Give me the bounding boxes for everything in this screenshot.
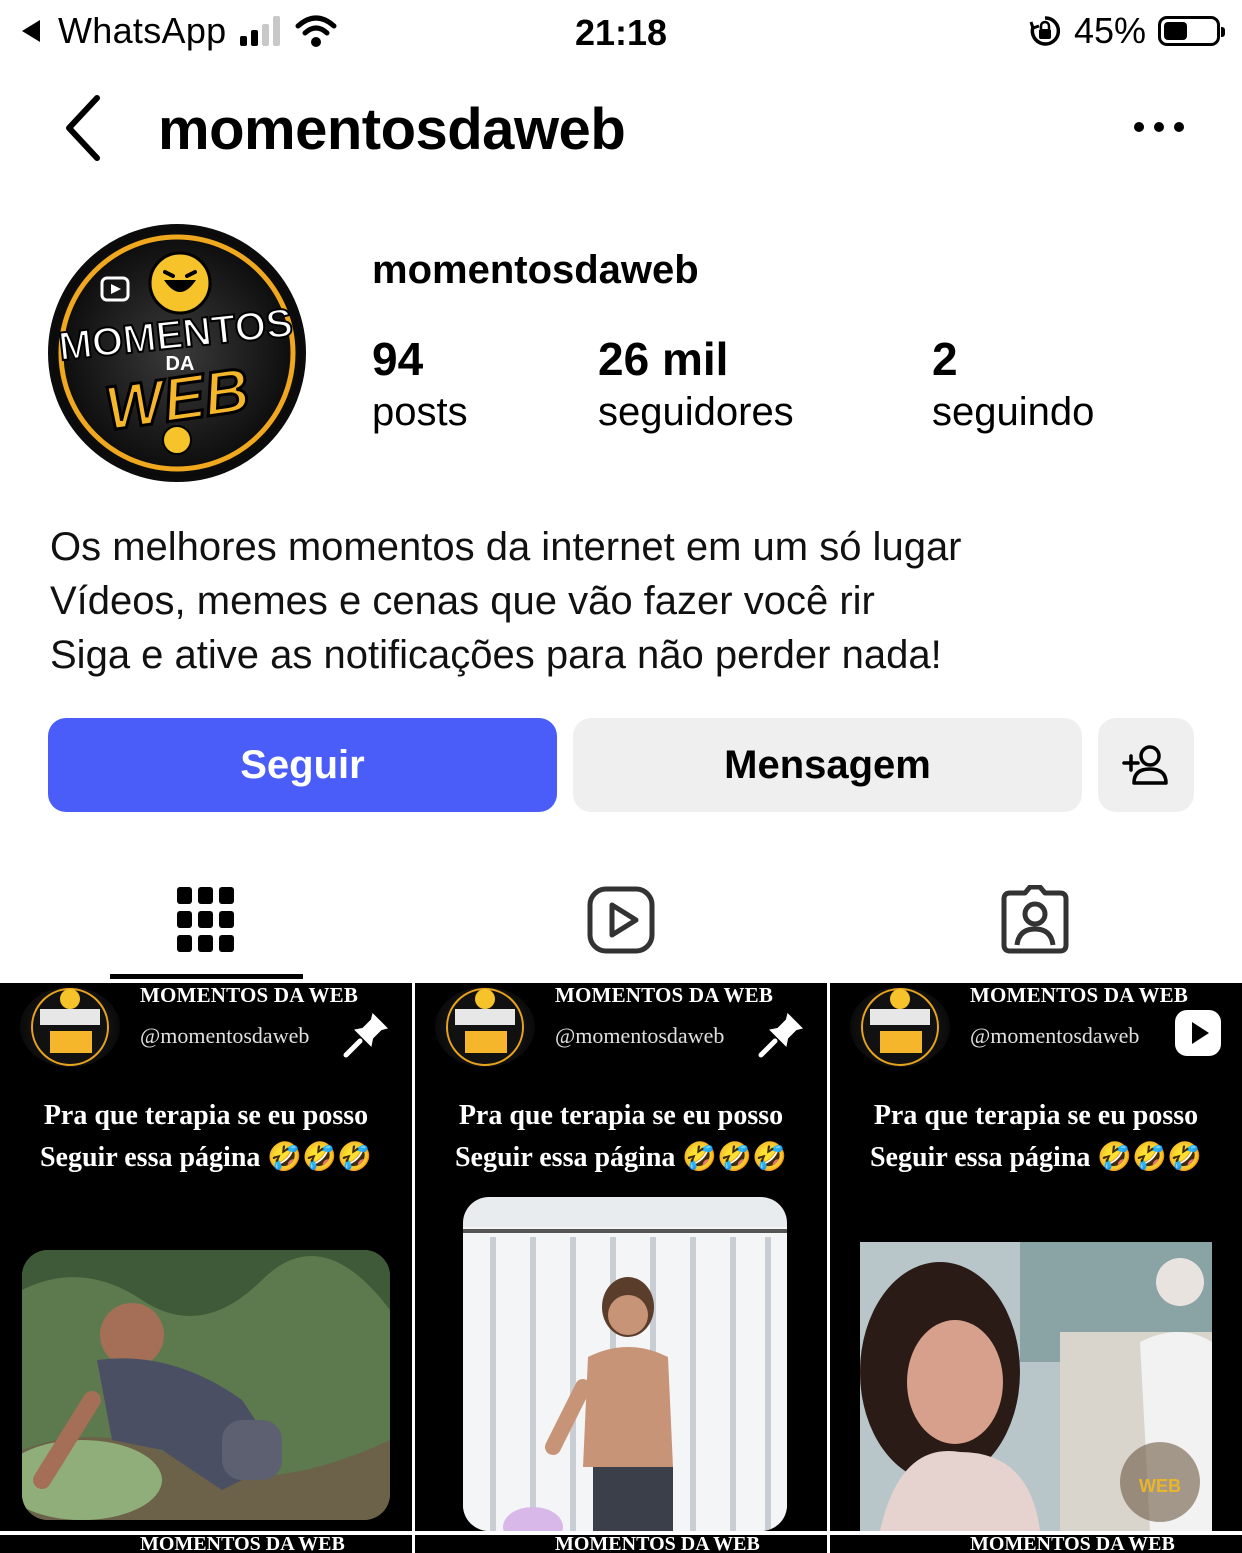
post-brand: MOMENTOS DA WEB [555, 983, 774, 1007]
message-button[interactable]: Mensagem [573, 718, 1082, 812]
profile-bio: Os melhores momentos da internet em um s… [50, 520, 962, 682]
post-video-frame: WEB [860, 1242, 1212, 1531]
active-tab-indicator [110, 974, 303, 979]
post-caption: Pra que terapia se eu posso Seguir essa … [454, 1100, 787, 1173]
stat-following[interactable]: 2 seguindo [932, 332, 1094, 435]
suggest-accounts-button[interactable] [1098, 718, 1194, 812]
post-thumbnail-next[interactable]: MOMENTOS DA WEB [830, 1535, 1242, 1553]
post-thumbnail-next[interactable]: MOMENTOS DA WEB [0, 1535, 412, 1553]
avatar[interactable]: MOMENTOS DA WEB [48, 224, 306, 482]
bio-line: Siga e ative as notificações para não pe… [50, 633, 942, 677]
grid-icon [177, 887, 234, 952]
pin-icon [343, 1010, 391, 1058]
post-logo [20, 987, 120, 1067]
battery-percent: 45% [1073, 10, 1146, 51]
post-brand: MOMENTOS DA WEB [140, 983, 359, 1007]
post-video-frame [22, 1250, 390, 1520]
post-caption: Pra que terapia se eu posso Seguir essa … [869, 1100, 1202, 1173]
bio-line: Os melhores momentos da internet em um s… [50, 525, 962, 569]
stat-followers-label: seguidores [598, 390, 794, 434]
post-video-frame [463, 1197, 787, 1531]
profile-username: momentosdaweb [372, 248, 699, 292]
reel-play-icon [1175, 1010, 1221, 1056]
back-button[interactable] [55, 92, 115, 162]
orientation-lock-icon [1029, 16, 1061, 46]
profile-header: momentosdaweb [0, 80, 1242, 176]
add-person-icon [1122, 745, 1168, 785]
momentos-da-web-logo: MOMENTOS DA WEB [52, 228, 302, 478]
tagged-icon [1001, 885, 1069, 954]
post-handle: @momentosdaweb [140, 1023, 310, 1048]
tab-tagged[interactable] [939, 860, 1131, 980]
pin-icon [758, 1010, 806, 1058]
tab-posts-grid[interactable] [110, 860, 302, 980]
post-thumbnail[interactable]: MOMENTOS DA WEB @momentosdaweb Pra que t… [830, 983, 1242, 1531]
post-logo [850, 987, 950, 1067]
post-logo [435, 987, 535, 1067]
post-handle: @momentosdaweb [555, 1023, 725, 1048]
profile-tabs [0, 860, 1242, 980]
stat-posts-value: 94 [372, 333, 424, 385]
battery-icon [1158, 16, 1225, 46]
posts-grid: MOMENTOS DA WEB @momentosdaweb Pra que t… [0, 983, 1242, 1553]
post-thumbnail[interactable]: MOMENTOS DA WEB @momentosdaweb Pra que t… [0, 983, 412, 1531]
post-brand: MOMENTOS DA WEB [970, 983, 1189, 1007]
stat-following-value: 2 [932, 333, 958, 385]
stat-followers[interactable]: 26 mil seguidores [598, 332, 794, 435]
more-options-button[interactable] [1131, 112, 1187, 142]
svg-text:WEB: WEB [1139, 1476, 1181, 1496]
stat-posts-label: posts [372, 390, 468, 434]
post-thumbnail-next[interactable]: MOMENTOS DA WEB [415, 1535, 827, 1553]
follow-button[interactable]: Seguir [48, 718, 557, 812]
post-thumbnail[interactable]: MOMENTOS DA WEB @momentosdaweb Pra que t… [415, 983, 827, 1531]
status-right: 45% [1028, 10, 1225, 52]
stat-posts[interactable]: 94 posts [372, 332, 468, 435]
more-horizontal-icon [1134, 122, 1184, 132]
stat-following-label: seguindo [932, 390, 1095, 434]
tab-reels[interactable] [525, 860, 717, 980]
status-bar: WhatsApp 21:18 45% [0, 0, 1242, 64]
post-handle: @momentosdaweb [970, 1023, 1140, 1048]
bio-line: Vídeos, memes e cenas que vão fazer você… [50, 579, 875, 623]
chevron-left-icon [66, 95, 100, 161]
page-title: momentosdaweb [158, 97, 626, 162]
stat-followers-value: 26 mil [598, 333, 729, 385]
reels-icon [587, 886, 655, 954]
post-caption: Pra que terapia se eu posso Seguir essa … [39, 1100, 372, 1173]
